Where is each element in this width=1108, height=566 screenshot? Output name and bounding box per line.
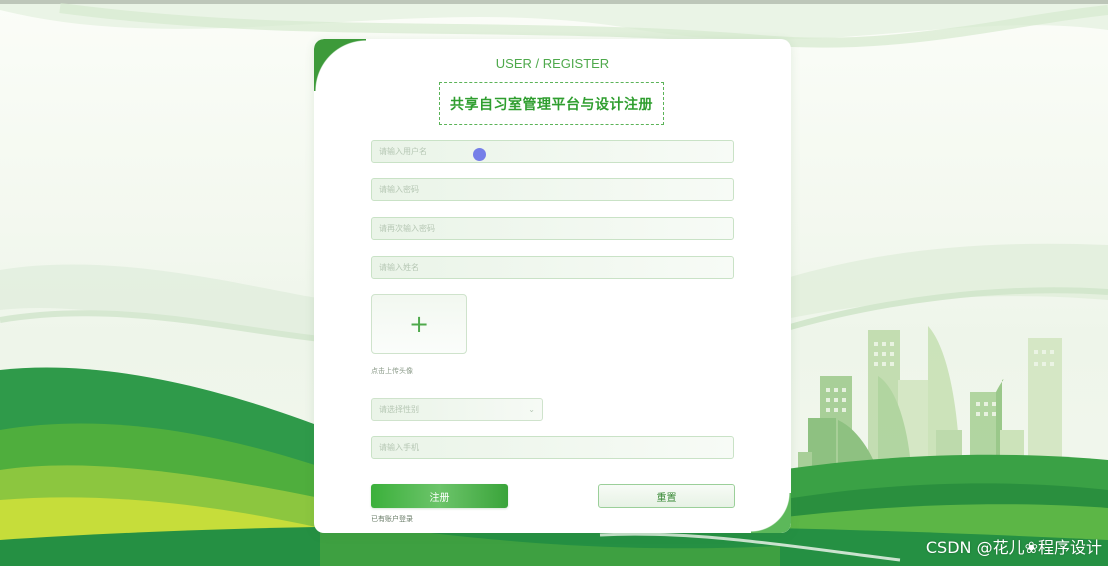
page-title: 共享自习室管理平台与设计注册 [450,96,653,113]
plus-icon: + [408,310,430,338]
login-link[interactable]: 已有账户登录 [371,514,413,524]
gender-select[interactable]: 请选择性别 ⌄ [371,398,543,421]
mouse-cursor-indicator [473,148,486,161]
phone-placeholder: 请输入手机 [379,443,419,452]
reset-button[interactable]: 重置 [598,484,735,508]
register-button[interactable]: 注册 [371,484,508,508]
card-corner-decoration [751,493,791,533]
username-input[interactable]: 请输入用户名 [371,140,734,163]
name-placeholder: 请输入姓名 [379,263,419,272]
chevron-down-icon: ⌄ [528,405,535,414]
confirm-password-placeholder: 请再次输入密码 [379,224,435,233]
name-input[interactable]: 请输入姓名 [371,256,734,279]
avatar-uploader[interactable]: + [371,294,467,354]
password-input[interactable]: 请输入密码 [371,178,734,201]
app-stage: USER / REGISTER 共享自习室管理平台与设计注册 请输入用户名 请输… [0,0,1108,566]
username-placeholder: 请输入用户名 [379,147,427,156]
page-subtitle: USER / REGISTER [495,56,610,71]
confirm-password-input[interactable]: 请再次输入密码 [371,217,734,240]
watermark-text: CSDN @花儿❀程序设计 [925,538,1102,557]
gender-select-placeholder: 请选择性别 [379,405,419,414]
register-card: USER / REGISTER 共享自习室管理平台与设计注册 请输入用户名 请输… [314,39,791,533]
password-placeholder: 请输入密码 [379,185,419,194]
avatar-upload-hint: 点击上传头像 [371,367,413,375]
phone-input[interactable]: 请输入手机 [371,436,734,459]
title-box: 共享自习室管理平台与设计注册 [439,82,664,125]
